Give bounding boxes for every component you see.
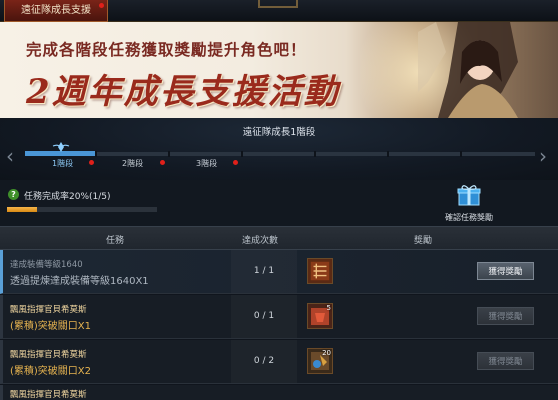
task-count: 1 / 1	[253, 266, 275, 276]
completion-bar	[7, 207, 157, 212]
reward-item-icon[interactable]: 20	[307, 348, 333, 374]
track-divider	[314, 151, 316, 157]
claim-reward-button[interactable]: 獲得獎勵	[477, 307, 534, 325]
reward-qty: 5	[326, 304, 331, 312]
task-category: 飄風指揮官貝希莫斯	[10, 390, 87, 400]
task-count: 0 / 2	[253, 356, 275, 366]
stage-1-alert-dot	[89, 160, 94, 165]
banner-subtitle: 完成各階段任務獲取獎勵提升角色吧！	[26, 40, 307, 59]
task-description: 透過提煉達成裝備等級1640X1	[10, 276, 149, 287]
task-category: 飄風指揮官貝希莫斯	[10, 305, 87, 315]
next-stage-arrow-icon[interactable]: ›	[539, 146, 547, 166]
track-divider	[168, 151, 170, 157]
check-reward-button[interactable]: 確認任務獎勵	[440, 184, 498, 224]
stage-step-1[interactable]: 1階段	[52, 158, 73, 169]
claim-reward-button[interactable]: 獲得獎勵	[477, 262, 534, 280]
task-count: 0 / 1	[253, 311, 275, 321]
track-divider	[95, 151, 97, 157]
reward-qty: 20	[322, 349, 331, 357]
table-row: 達成裝備等級1640 透過提煉達成裝備等級1640X1 1 / 1 獲得獎勵	[0, 250, 558, 294]
completion-panel: ? 任務完成率20%(1/5) 確認任務獎勵	[0, 180, 558, 226]
top-tab-bar: 遠征隊成長支援	[0, 0, 558, 22]
stage-title: 遠征隊成長1階段	[242, 127, 316, 138]
heroine-illustration	[418, 22, 518, 118]
stage-progress: 遠征隊成長1階段 ‹ › 1階段 2階段 3階段	[0, 118, 558, 180]
prev-stage-arrow-icon[interactable]: ‹	[6, 146, 14, 166]
current-stage-marker-icon	[52, 142, 70, 152]
header-reward: 獎勵	[414, 236, 433, 246]
question-icon[interactable]: ?	[8, 189, 19, 200]
header-count: 達成次數	[242, 236, 279, 246]
task-category: 飄風指揮官貝希莫斯	[10, 350, 87, 360]
track-divider	[460, 151, 462, 157]
task-description: (累積)突破關口X1	[10, 321, 92, 332]
table-row: 飄風指揮官貝希莫斯	[0, 385, 558, 400]
track-divider	[387, 151, 389, 157]
tab-growth-support[interactable]: 遠征隊成長支援	[4, 0, 108, 22]
stage-3-alert-dot	[233, 160, 238, 165]
stage-step-2[interactable]: 2階段	[122, 158, 143, 169]
table-row: 飄風指揮官貝希莫斯 (累積)突破關口X2 0 / 2 20 獲得獎勵	[0, 340, 558, 384]
track-divider	[241, 151, 243, 157]
reward-item-icon[interactable]	[307, 258, 333, 284]
reward-item-icon[interactable]: 5	[307, 303, 333, 329]
stage-2-alert-dot	[160, 160, 165, 165]
check-reward-label: 確認任務獎勵	[445, 213, 493, 222]
completion-bar-fill	[7, 207, 37, 212]
header-task: 任務	[106, 236, 125, 246]
ornament-icon	[258, 0, 298, 8]
completion-rate: 任務完成率20%(1/5)	[24, 192, 111, 202]
gift-icon	[457, 185, 481, 206]
task-category: 達成裝備等級1640	[10, 260, 83, 270]
table-row: 飄風指揮官貝希莫斯 (累積)突破關口X1 0 / 1 5 獲得獎勵	[0, 295, 558, 339]
event-banner: 完成各階段任務獲取獎勵提升角色吧！ 2週年成長支援活動	[0, 22, 558, 118]
stage-track	[25, 152, 535, 156]
notification-dot	[99, 3, 104, 8]
task-description: (累積)突破關口X2	[10, 366, 92, 377]
table-header: 任務 達成次數 獎勵	[0, 226, 558, 250]
claim-reward-button[interactable]: 獲得獎勵	[477, 352, 534, 370]
banner-title: 2週年成長支援活動	[26, 72, 340, 112]
stage-step-3[interactable]: 3階段	[196, 158, 217, 169]
